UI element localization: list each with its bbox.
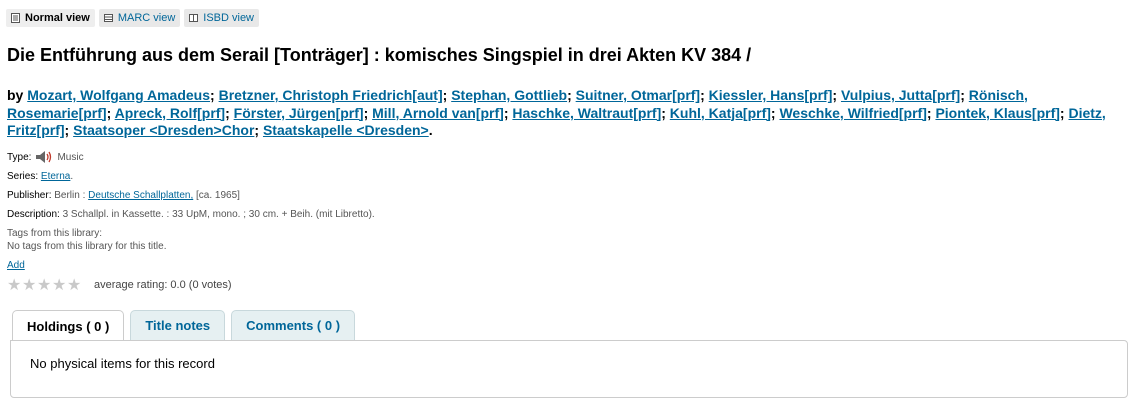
type-label: Type: (7, 151, 32, 163)
tags-label: Tags from this library: (7, 228, 103, 239)
publisher-place: Berlin : (54, 190, 89, 201)
author-link[interactable]: Bretzner, Christoph Friedrich[aut] (219, 87, 443, 103)
isbd-view-label: ISBD view (203, 12, 255, 24)
marc-view-tab[interactable]: MARC view (98, 9, 181, 27)
author-link[interactable]: Staatsoper <Dresden>Chor (73, 122, 254, 138)
author-link[interactable]: Piontek, Klaus[prf] (935, 105, 1059, 121)
book-icon (189, 14, 199, 22)
author-link[interactable]: Kuhl, Katja[prf] (670, 105, 771, 121)
rating-stars[interactable]: ★ ★ ★ ★ ★ (7, 278, 81, 294)
author-link[interactable]: Kiessler, Hans[prf] (709, 87, 833, 103)
tags-value: No tags from this library for this title… (7, 241, 167, 252)
rating-text: average rating: 0.0 (0 votes) (94, 279, 232, 291)
tab-holdings[interactable]: Holdings ( 0 ) (12, 310, 125, 341)
tab-comments[interactable]: Comments ( 0 ) (231, 310, 356, 340)
star-icon[interactable]: ★ (67, 278, 81, 294)
publisher-field: Publisher: Berlin : Deutsche Schallplatt… (7, 190, 240, 201)
star-icon[interactable]: ★ (7, 278, 21, 294)
author-link[interactable]: Haschke, Waltraut[prf] (512, 105, 661, 121)
holdings-empty-text: No physical items for this record (30, 356, 215, 371)
publisher-date: [ca. 1965] (193, 190, 240, 201)
star-icon[interactable]: ★ (52, 278, 66, 294)
author-link[interactable]: Staatskapelle <Dresden> (263, 122, 429, 138)
normal-view-tab[interactable]: Normal view (6, 9, 95, 27)
speaker-icon (36, 151, 52, 163)
table-icon (103, 14, 113, 22)
publisher-link[interactable]: Deutsche Schallplatten, (88, 190, 193, 201)
tab-title-notes[interactable]: Title notes (130, 310, 226, 340)
description-label: Description: (7, 209, 60, 220)
type-field: Type: Music (7, 150, 84, 164)
author-link[interactable]: Suitner, Otmar[prf] (576, 87, 700, 103)
record-title: Die Entführung aus dem Serail [Tonträger… (7, 45, 752, 65)
normal-view-label: Normal view (25, 12, 90, 24)
author-link[interactable]: Apreck, Rolf[prf] (115, 105, 225, 121)
description-field: Description: 3 Schallpl. in Kassette. : … (7, 209, 375, 220)
author-link[interactable]: Förster, Jürgen[prf] (234, 105, 364, 121)
star-icon[interactable]: ★ (22, 278, 36, 294)
by-label: by (7, 87, 24, 103)
author-link[interactable]: Weschke, Wilfried[prf] (779, 105, 926, 121)
series-field: Series: Eterna. (7, 171, 73, 182)
series-link[interactable]: Eterna (41, 171, 70, 182)
author-link[interactable]: Mozart, Wolfgang Amadeus (27, 87, 210, 103)
description-value: 3 Schallpl. in Kassette. : 33 UpM, mono.… (62, 209, 375, 220)
author-link[interactable]: Vulpius, Jutta[prf] (841, 87, 960, 103)
add-tag-link[interactable]: Add (7, 260, 25, 271)
publisher-label: Publisher: (7, 190, 52, 201)
type-value: Music (57, 151, 84, 163)
author-link[interactable]: Mill, Arnold van[prf] (372, 105, 504, 121)
series-label: Series: (7, 171, 39, 182)
author-list: by Mozart, Wolfgang Amadeus; Bretzner, C… (7, 87, 1106, 138)
star-icon[interactable]: ★ (37, 278, 51, 294)
view-switcher: Normal view MARC view ISBD view (6, 9, 260, 27)
isbd-view-tab[interactable]: ISBD view (184, 9, 260, 27)
document-icon (11, 13, 20, 23)
marc-view-label: MARC view (117, 12, 176, 24)
series-suffix: . (70, 171, 74, 182)
record-tabs: Holdings ( 0 ) Title notes Comments ( 0 … (12, 310, 356, 341)
holdings-panel: No physical items for this record (10, 340, 1128, 398)
author-link[interactable]: Stephan, Gottlieb (451, 87, 567, 103)
